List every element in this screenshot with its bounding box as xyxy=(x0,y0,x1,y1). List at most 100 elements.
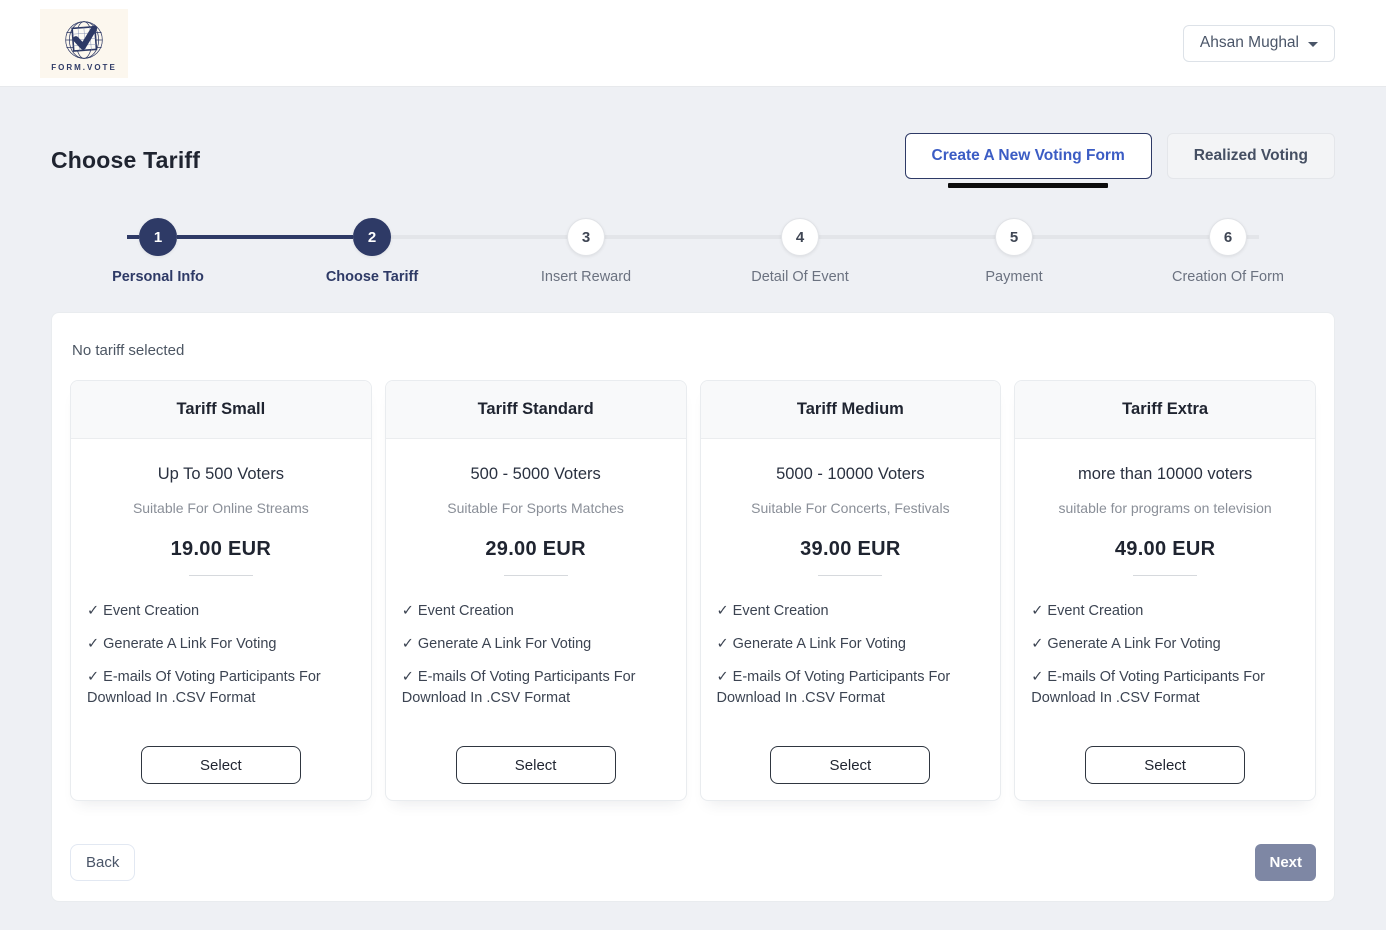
feature-text: Event Creation xyxy=(103,603,199,619)
step-label: Choose Tariff xyxy=(326,269,418,285)
tariff-suitable: Suitable For Concerts, Festivals xyxy=(751,500,949,516)
check-icon: ✓ xyxy=(717,669,729,685)
feature-item: ✓Event Creation xyxy=(1031,601,1299,622)
check-icon: ✓ xyxy=(87,669,99,685)
step-detail-of-event[interactable]: 4 Detail Of Event xyxy=(693,218,907,285)
check-icon: ✓ xyxy=(1031,603,1043,619)
tariff-card-medium: Tariff Medium 5000 - 10000 Voters Suitab… xyxy=(700,380,1002,801)
feature-text: E-mails Of Voting Participants For Downl… xyxy=(87,669,321,706)
step-label: Creation Of Form xyxy=(1172,269,1284,285)
feature-text: Generate A Link For Voting xyxy=(733,636,906,652)
next-button[interactable]: Next xyxy=(1255,844,1316,881)
tariff-voters: 500 - 5000 Voters xyxy=(470,465,600,484)
tariff-name: Tariff Small xyxy=(71,381,371,439)
feature-text: Event Creation xyxy=(733,603,829,619)
select-tariff-small-button[interactable]: Select xyxy=(141,746,301,784)
feature-item: ✓E-mails Of Voting Participants For Down… xyxy=(717,667,985,709)
feature-text: E-mails Of Voting Participants For Downl… xyxy=(717,669,951,706)
divider xyxy=(504,575,568,576)
feature-item: ✓Event Creation xyxy=(717,601,985,622)
step-circle: 5 xyxy=(995,218,1033,256)
tariff-cards: Tariff Small Up To 500 Voters Suitable F… xyxy=(70,380,1316,801)
feature-item: ✓Generate A Link For Voting xyxy=(1031,634,1299,655)
step-label: Payment xyxy=(985,269,1042,285)
tariff-voters: Up To 500 Voters xyxy=(158,465,284,484)
page-content: Choose Tariff Create A New Voting Form R… xyxy=(0,133,1386,285)
tariff-suitable: Suitable For Online Streams xyxy=(133,500,309,516)
active-tab-indicator xyxy=(948,183,1108,188)
user-menu-button[interactable]: Ahsan Mughal xyxy=(1183,25,1335,62)
feature-list: ✓Event Creation ✓Generate A Link For Vot… xyxy=(402,589,670,709)
user-name: Ahsan Mughal xyxy=(1200,34,1299,52)
step-circle: 1 xyxy=(139,218,177,256)
check-icon: ✓ xyxy=(402,669,414,685)
select-tariff-extra-button[interactable]: Select xyxy=(1085,746,1245,784)
panel-footer: Back Next xyxy=(70,844,1316,881)
feature-item: ✓Event Creation xyxy=(402,601,670,622)
tariff-voters: more than 10000 voters xyxy=(1078,465,1252,484)
tab-create-wrap: Create A New Voting Form xyxy=(905,133,1152,188)
tariff-card-standard: Tariff Standard 500 - 5000 Voters Suitab… xyxy=(385,380,687,801)
step-circle: 3 xyxy=(567,218,605,256)
logo-text: FORM.VOTE xyxy=(51,63,117,72)
feature-item: ✓Generate A Link For Voting xyxy=(87,634,355,655)
tariff-suitable: suitable for programs on television xyxy=(1059,500,1272,516)
back-button[interactable]: Back xyxy=(70,844,135,881)
feature-item: ✓E-mails Of Voting Participants For Down… xyxy=(402,667,670,709)
divider xyxy=(1133,575,1197,576)
chevron-down-icon xyxy=(1308,42,1318,47)
feature-item: ✓Generate A Link For Voting xyxy=(402,634,670,655)
tariff-body: 5000 - 10000 Voters Suitable For Concert… xyxy=(701,439,1001,800)
check-icon: ✓ xyxy=(717,603,729,619)
check-icon: ✓ xyxy=(87,603,99,619)
feature-list: ✓Event Creation ✓Generate A Link For Vot… xyxy=(717,589,985,709)
step-choose-tariff[interactable]: 2 Choose Tariff xyxy=(265,218,479,285)
feature-item: ✓E-mails Of Voting Participants For Down… xyxy=(1031,667,1299,709)
page-title: Choose Tariff xyxy=(51,147,200,174)
feature-list: ✓Event Creation ✓Generate A Link For Vot… xyxy=(87,589,355,709)
feature-text: E-mails Of Voting Participants For Downl… xyxy=(1031,669,1265,706)
check-icon: ✓ xyxy=(1031,636,1043,652)
check-icon: ✓ xyxy=(87,636,99,652)
check-icon: ✓ xyxy=(1031,669,1043,685)
tabs: Create A New Voting Form Realized Voting xyxy=(905,133,1335,188)
tab-create-new-voting-form[interactable]: Create A New Voting Form xyxy=(905,133,1152,179)
globe-checkbox-icon xyxy=(62,18,106,62)
step-payment[interactable]: 5 Payment xyxy=(907,218,1121,285)
tariff-price: 29.00 EUR xyxy=(485,538,586,561)
tariff-price: 39.00 EUR xyxy=(800,538,901,561)
step-insert-reward[interactable]: 3 Insert Reward xyxy=(479,218,693,285)
divider xyxy=(189,575,253,576)
tariff-panel: No tariff selected Tariff Small Up To 50… xyxy=(51,312,1335,902)
step-personal-info[interactable]: 1 Personal Info xyxy=(51,218,265,285)
step-label: Insert Reward xyxy=(541,269,631,285)
step-circle: 2 xyxy=(353,218,391,256)
stepper: 1 Personal Info 2 Choose Tariff 3 Insert… xyxy=(51,218,1335,285)
feature-text: Generate A Link For Voting xyxy=(103,636,276,652)
check-icon: ✓ xyxy=(717,636,729,652)
step-circle: 4 xyxy=(781,218,819,256)
select-tariff-standard-button[interactable]: Select xyxy=(456,746,616,784)
check-icon: ✓ xyxy=(402,636,414,652)
status-message: No tariff selected xyxy=(72,342,1316,359)
step-creation-of-form[interactable]: 6 Creation Of Form xyxy=(1121,218,1335,285)
tariff-card-small: Tariff Small Up To 500 Voters Suitable F… xyxy=(70,380,372,801)
app-logo: FORM.VOTE xyxy=(40,9,128,78)
tariff-name: Tariff Standard xyxy=(386,381,686,439)
feature-text: Generate A Link For Voting xyxy=(418,636,591,652)
tab-realized-voting[interactable]: Realized Voting xyxy=(1167,133,1335,179)
feature-text: Generate A Link For Voting xyxy=(1047,636,1220,652)
feature-item: ✓E-mails Of Voting Participants For Down… xyxy=(87,667,355,709)
tariff-price: 49.00 EUR xyxy=(1115,538,1216,561)
step-label: Personal Info xyxy=(112,269,204,285)
tariff-card-extra: Tariff Extra more than 10000 voters suit… xyxy=(1014,380,1316,801)
tariff-body: 500 - 5000 Voters Suitable For Sports Ma… xyxy=(386,439,686,800)
tariff-name: Tariff Extra xyxy=(1015,381,1315,439)
divider xyxy=(818,575,882,576)
feature-list: ✓Event Creation ✓Generate A Link For Vot… xyxy=(1031,589,1299,709)
step-circle: 6 xyxy=(1209,218,1247,256)
tariff-suitable: Suitable For Sports Matches xyxy=(447,500,624,516)
select-tariff-medium-button[interactable]: Select xyxy=(770,746,930,784)
tariff-name: Tariff Medium xyxy=(701,381,1001,439)
feature-text: Event Creation xyxy=(1047,603,1143,619)
